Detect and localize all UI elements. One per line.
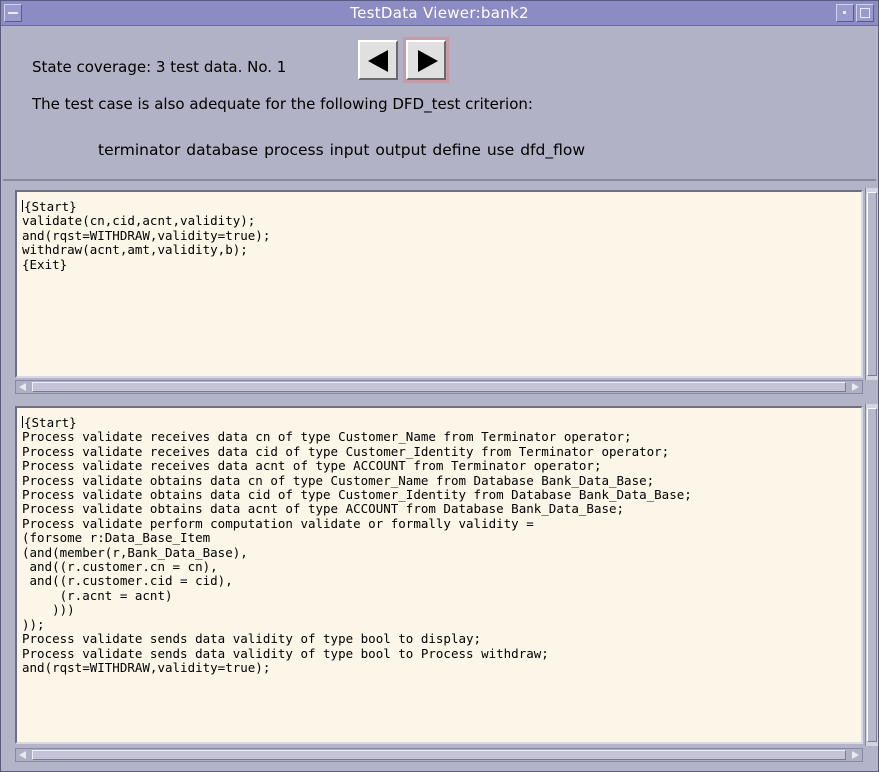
scroll-right-icon[interactable] (852, 751, 859, 759)
test-path-text-area[interactable]: {Start} validate(cn,cid,acnt,validity); … (15, 190, 863, 378)
header-panel: State coverage: 3 test data. No. 1 The t… (3, 27, 876, 181)
text-cursor (22, 416, 23, 428)
maximize-icon[interactable] (856, 4, 874, 22)
scroll-left-icon[interactable] (19, 383, 26, 391)
title-bar[interactable]: TestData Viewer:bank2 (1, 1, 878, 26)
text-cursor (22, 200, 23, 212)
bottom-vertical-scroll-thumb[interactable] (867, 408, 877, 742)
next-test-data-button[interactable] (403, 37, 449, 83)
window-title: TestData Viewer:bank2 (350, 4, 529, 22)
top-vertical-scroll-thumb[interactable] (867, 192, 877, 376)
scroll-left-icon[interactable] (19, 751, 26, 759)
criteria-list: terminator database process input output… (98, 141, 586, 159)
top-horizontal-scroll-thumb[interactable] (32, 382, 846, 392)
minimize-icon[interactable] (836, 4, 854, 22)
arrow-right-icon (418, 50, 438, 72)
previous-test-data-button[interactable] (358, 40, 398, 80)
bottom-horizontal-scroll-thumb[interactable] (32, 750, 846, 760)
top-horizontal-scrollbar[interactable] (15, 380, 863, 394)
bottom-vertical-scrollbar[interactable] (865, 404, 878, 746)
arrow-left-icon (368, 50, 388, 72)
test-data-viewer-window: TestData Viewer:bank2 State coverage: 3 … (0, 0, 879, 772)
top-vertical-scrollbar[interactable] (865, 188, 878, 380)
scroll-right-icon[interactable] (852, 383, 859, 391)
state-coverage-label: State coverage: 3 test data. No. 1 (32, 58, 287, 76)
adequacy-label: The test case is also adequate for the f… (32, 95, 533, 113)
test-description-text-area[interactable]: {Start} Process validate receives data c… (15, 406, 863, 744)
bottom-horizontal-scrollbar[interactable] (15, 748, 863, 762)
test-path-text: {Start} validate(cn,cid,acnt,validity); … (22, 199, 271, 272)
test-description-text: {Start} Process validate receives data c… (22, 415, 692, 675)
